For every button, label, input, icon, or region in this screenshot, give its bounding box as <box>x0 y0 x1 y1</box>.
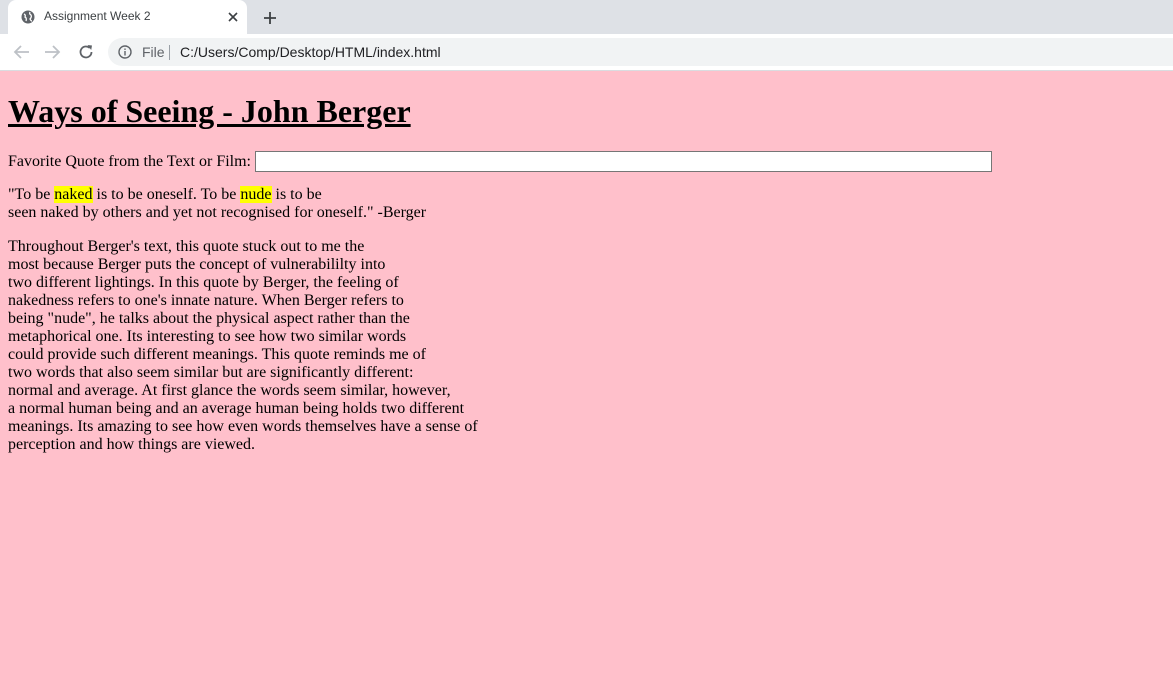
highlight-naked: naked <box>54 186 93 203</box>
address-bar[interactable]: File C:/Users/Comp/Desktop/HTML/index.ht… <box>108 38 1173 66</box>
essay-paragraph: Throughout Berger's text, this quote stu… <box>8 238 1165 454</box>
new-tab-plus-icon[interactable] <box>259 7 281 29</box>
page-content: Ways of Seeing - John Berger Favorite Qu… <box>0 71 1173 688</box>
essay-line: could provide such different meanings. T… <box>8 346 426 363</box>
quote-line-1: "To be naked is to be oneself. To be nud… <box>8 186 1165 204</box>
essay-line: two words that also seem similar but are… <box>8 364 414 381</box>
globe-icon <box>21 10 35 24</box>
essay-line: a normal human being and an average huma… <box>8 400 465 417</box>
page-title: Ways of Seeing - John Berger <box>8 93 411 129</box>
reload-icon[interactable] <box>75 41 97 63</box>
url-text[interactable]: C:/Users/Comp/Desktop/HTML/index.html <box>180 44 441 60</box>
quote-text-segment: "To be <box>8 186 55 203</box>
essay-line: perception and how things are viewed. <box>8 436 256 453</box>
essay-line: normal and average. At first glance the … <box>8 382 451 399</box>
berger-quote: "To be naked is to be oneself. To be nud… <box>8 186 1165 222</box>
essay-line: meanings. Its amazing to see how even wo… <box>8 418 478 435</box>
favorite-quote-label: Favorite Quote from the Text or Film: <box>8 152 251 170</box>
browser-toolbar: File C:/Users/Comp/Desktop/HTML/index.ht… <box>0 34 1173 71</box>
essay-line: Throughout Berger's text, this quote stu… <box>8 238 365 255</box>
url-scheme-label: File <box>142 44 165 60</box>
favorite-quote-row: Favorite Quote from the Text or Film: <box>8 151 1165 172</box>
omnibox-divider <box>169 45 170 60</box>
close-icon[interactable] <box>224 8 242 26</box>
tab-strip: Assignment Week 2 <box>0 0 1173 34</box>
essay-line: nakedness refers to one's innate nature.… <box>8 292 404 309</box>
essay-line: being "nude", he talks about the physica… <box>8 310 410 327</box>
browser-tab[interactable]: Assignment Week 2 <box>8 0 247 34</box>
essay-line: most because Berger puts the concept of … <box>8 256 386 273</box>
info-icon[interactable] <box>118 45 132 59</box>
highlight-nude: nude <box>240 186 272 203</box>
forward-arrow-icon[interactable] <box>42 41 64 63</box>
essay-line: two different lightings. In this quote b… <box>8 274 399 291</box>
back-arrow-icon[interactable] <box>10 41 32 63</box>
quote-text-segment: is to be oneself. To be <box>92 186 241 203</box>
essay-line: metaphorical one. Its interesting to see… <box>8 328 407 345</box>
quote-text-segment: is to be <box>271 186 322 203</box>
tab-title: Assignment Week 2 <box>44 9 151 23</box>
favorite-quote-input[interactable] <box>255 151 992 172</box>
quote-line-2: seen naked by others and yet not recogni… <box>8 204 427 221</box>
